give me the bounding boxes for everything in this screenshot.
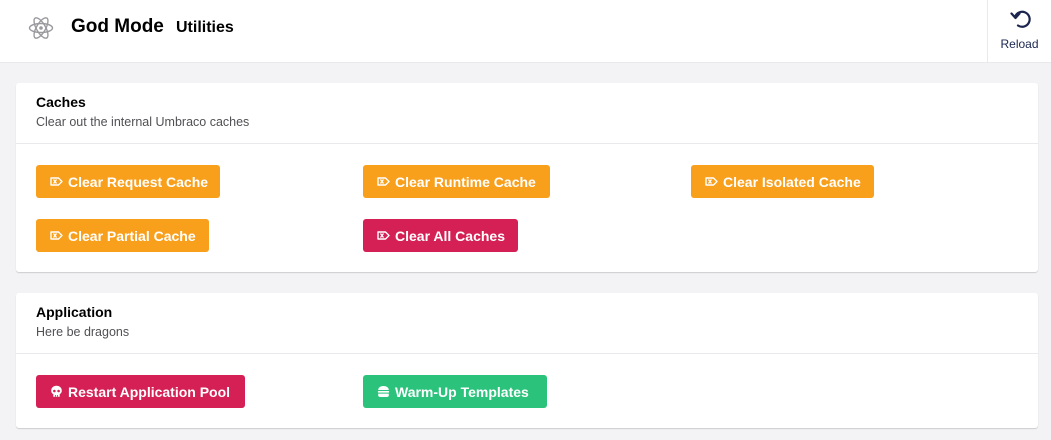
skull-icon	[51, 385, 62, 397]
header-bar: God Mode Utilities Reload	[0, 0, 1051, 63]
clear-isolated-cache-label: Clear Isolated Cache	[723, 173, 861, 190]
restart-application-pool-label: Restart Application Pool	[68, 383, 231, 400]
eraser-icon	[377, 231, 390, 240]
app-title: God Mode	[71, 16, 164, 37]
eraser-icon	[50, 177, 63, 186]
clear-partial-cache-button[interactable]: Clear Partial Cache	[36, 219, 209, 252]
clear-isolated-cache-button[interactable]: Clear Isolated Cache	[691, 165, 874, 198]
atom-icon	[28, 17, 54, 39]
reload-label: Reload	[1000, 37, 1039, 51]
eraser-icon	[705, 177, 718, 186]
caches-description: Clear out the internal Umbraco caches	[36, 115, 250, 129]
clear-partial-cache-label: Clear Partial Cache	[68, 227, 196, 244]
page-title: Utilities	[176, 19, 234, 36]
clear-request-cache-button[interactable]: Clear Request Cache	[36, 165, 220, 198]
clear-request-cache-label: Clear Request Cache	[68, 173, 209, 190]
application-panel: Application Here be dragons Restart Appl…	[16, 293, 1038, 428]
application-title: Application	[36, 304, 113, 320]
caches-panel-header: Caches Clear out the internal Umbraco ca…	[16, 83, 1038, 144]
clear-all-caches-button[interactable]: Clear All Caches	[363, 219, 518, 252]
application-panel-header: Application Here be dragons	[16, 293, 1038, 354]
warm-up-templates-label: Warm-Up Templates	[395, 383, 529, 400]
restart-application-pool-button[interactable]: Restart Application Pool	[36, 375, 245, 408]
burger-icon	[377, 386, 390, 397]
eraser-icon	[377, 177, 390, 186]
caches-title: Caches	[36, 94, 86, 110]
caches-panel: Caches Clear out the internal Umbraco ca…	[16, 83, 1038, 272]
warm-up-templates-button[interactable]: Warm-Up Templates	[363, 375, 547, 408]
reload-icon	[1010, 10, 1031, 28]
reload-button[interactable]: Reload	[987, 0, 1051, 63]
clear-runtime-cache-button[interactable]: Clear Runtime Cache	[363, 165, 550, 198]
eraser-icon	[50, 231, 63, 240]
clear-runtime-cache-label: Clear Runtime Cache	[395, 173, 536, 190]
application-description: Here be dragons	[36, 325, 130, 339]
clear-all-caches-label: Clear All Caches	[395, 227, 505, 244]
